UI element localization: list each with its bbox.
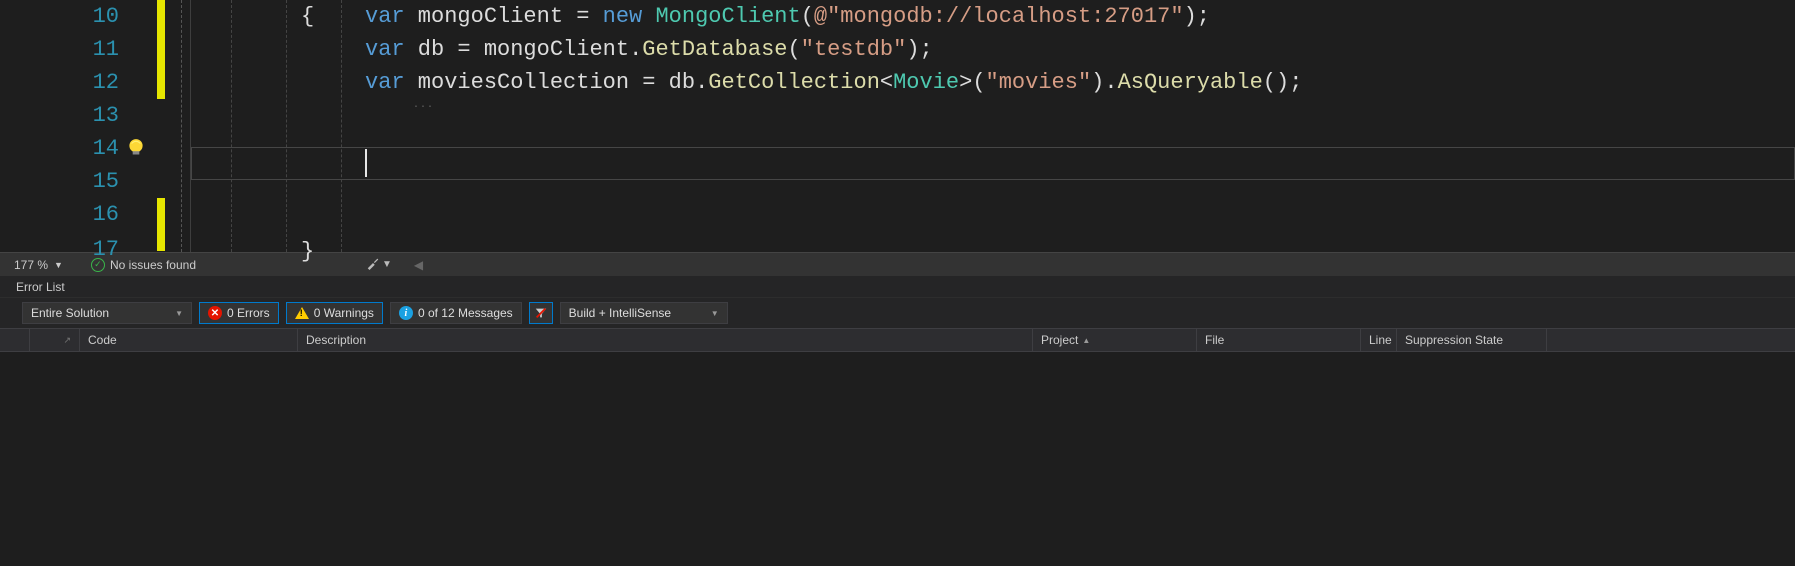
sort-ascending-icon: ▲: [1082, 336, 1090, 345]
line-number: 13: [59, 103, 119, 128]
messages-count: 0 of 12 Messages: [418, 306, 513, 320]
token-type: Movie: [893, 70, 959, 95]
error-icon: ✕: [208, 306, 222, 320]
error-list-panel-title[interactable]: Error List: [0, 276, 1795, 298]
token-string: "movies": [986, 70, 1092, 95]
code-line[interactable]: }: [191, 231, 1795, 251]
token-string: "testdb": [801, 37, 907, 62]
code-line[interactable]: [191, 198, 1795, 231]
brace-close: }: [301, 239, 314, 264]
scope-label: Entire Solution: [31, 306, 109, 320]
dropdown-caret-icon[interactable]: ▼: [382, 259, 392, 270]
token-identifier: db: [655, 70, 695, 95]
change-margin: [147, 0, 173, 252]
column-project-label: Project: [1041, 333, 1078, 347]
errors-filter-button[interactable]: ✕ 0 Errors: [199, 302, 279, 324]
token-punct: .: [629, 37, 642, 62]
column-suppression-state[interactable]: Suppression State: [1397, 329, 1547, 351]
line-number: 15: [59, 169, 119, 194]
token-method: GetDatabase: [642, 37, 787, 62]
token-identifier: mongoClient: [471, 37, 629, 62]
column-severity-icon[interactable]: [0, 329, 30, 351]
errors-count: 0 Errors: [227, 306, 270, 320]
token-method: AsQueryable: [1118, 70, 1263, 95]
clear-filter-button[interactable]: [529, 302, 553, 324]
token-punct: ): [1091, 70, 1104, 95]
scroll-left-icon[interactable]: ◀: [414, 258, 423, 272]
clear-filter-icon: [534, 306, 548, 320]
column-description[interactable]: Description: [298, 329, 1033, 351]
token-punct: ();: [1263, 70, 1303, 95]
info-icon: i: [399, 306, 413, 320]
token-operator: =: [457, 37, 470, 62]
code-hint-dots: ...: [413, 100, 434, 111]
token-keyword: var: [365, 70, 405, 95]
column-line[interactable]: Line: [1361, 329, 1397, 351]
token-punct: .: [1104, 70, 1117, 95]
code-line[interactable]: [191, 165, 1795, 198]
token-punct: >: [959, 70, 972, 95]
issues-text: No issues found: [110, 258, 196, 272]
token-punct: (: [972, 70, 985, 95]
token-punct: <: [880, 70, 893, 95]
token-keyword: var: [365, 4, 405, 29]
context-label: Build + IntelliSense: [569, 306, 671, 320]
token-identifier: mongoClient: [405, 4, 577, 29]
token-keyword: new: [589, 4, 655, 29]
text-caret: [365, 149, 367, 177]
outlining-margin[interactable]: [173, 0, 191, 252]
line-number-gutter: 10 11 12 13 14 15 16 17: [0, 0, 147, 252]
warning-icon: [295, 307, 309, 319]
token-identifier: moviesCollection: [405, 70, 643, 95]
line-number: 17: [59, 237, 119, 262]
code-editor[interactable]: 10 11 12 13 14 15 16 17 ...: [0, 0, 1795, 252]
panel-title-text: Error List: [16, 280, 65, 294]
line-number: 10: [59, 4, 119, 29]
token-keyword: var: [365, 37, 405, 62]
chevron-down-icon: ▼: [711, 309, 719, 318]
error-list-rows[interactable]: [0, 352, 1795, 566]
messages-filter-button[interactable]: i 0 of 12 Messages: [390, 302, 522, 324]
token-punct: (: [801, 4, 814, 29]
column-file[interactable]: File: [1197, 329, 1361, 351]
code-line[interactable]: var moviesCollection = db.GetCollection<…: [191, 66, 1795, 99]
token-type: MongoClient: [655, 4, 800, 29]
warnings-filter-button[interactable]: 0 Warnings: [286, 302, 383, 324]
editor-status-bar: 177 % ▼ ✓ No issues found ▼ ◀: [0, 252, 1795, 276]
warnings-count: 0 Warnings: [314, 306, 374, 320]
code-text-area[interactable]: ... { var mongoClient = new MongoClient(…: [191, 0, 1795, 252]
token-method: GetCollection: [708, 70, 880, 95]
token-punct: (: [788, 37, 801, 62]
scope-dropdown[interactable]: Entire Solution ▼: [22, 302, 192, 324]
token-punct: );: [906, 37, 932, 62]
token-string: @: [814, 4, 827, 29]
line-number: 11: [59, 37, 119, 62]
screwdriver-icon[interactable]: [366, 256, 380, 273]
code-line[interactable]: var db = mongoClient.GetDatabase("testdb…: [191, 33, 1795, 66]
column-default[interactable]: ↗: [30, 329, 80, 351]
chevron-down-icon: ▼: [175, 309, 183, 318]
lightbulb-icon[interactable]: [127, 138, 145, 160]
line-number: 14: [59, 136, 119, 161]
zoom-level[interactable]: 177 %: [14, 258, 48, 272]
build-context-dropdown[interactable]: Build + IntelliSense ▼: [560, 302, 728, 324]
brace-open: {: [301, 4, 314, 29]
code-line[interactable]: var mongoClient = new MongoClient(@"mong…: [191, 0, 1795, 33]
column-project[interactable]: Project ▲: [1033, 329, 1197, 351]
token-string: "mongodb://localhost:27017": [827, 4, 1183, 29]
error-list-columns: ↗ Code Description Project ▲ File Line S…: [0, 328, 1795, 352]
line-number: 16: [59, 202, 119, 227]
code-line[interactable]: [191, 132, 1795, 165]
token-operator: =: [576, 4, 589, 29]
token-punct: .: [695, 70, 708, 95]
token-identifier: db: [405, 37, 458, 62]
error-list-toolbar: Entire Solution ▼ ✕ 0 Errors 0 Warnings …: [0, 298, 1795, 328]
token-punct: );: [1184, 4, 1210, 29]
token-operator: =: [642, 70, 655, 95]
column-code[interactable]: Code: [80, 329, 298, 351]
line-number: 12: [59, 70, 119, 95]
